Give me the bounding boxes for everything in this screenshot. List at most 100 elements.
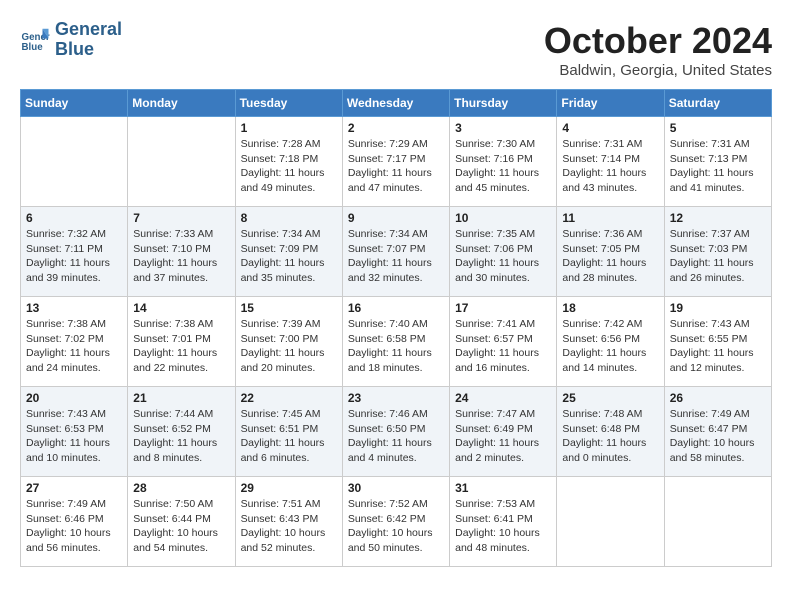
calendar-cell: 11Sunrise: 7:36 AMSunset: 7:05 PMDayligh… <box>557 207 664 297</box>
weekday-header-wednesday: Wednesday <box>342 90 449 117</box>
day-number: 29 <box>241 481 337 495</box>
day-number: 6 <box>26 211 122 225</box>
day-number: 3 <box>455 121 551 135</box>
day-number: 30 <box>348 481 444 495</box>
calendar-cell: 29 Sunrise: 7:51 AMSunset: 6:43 PMDayligh… <box>235 477 342 567</box>
day-detail: Sunrise: 7:28 AMSunset: 7:18 PMDaylight:… <box>241 137 337 196</box>
day-detail: Sunrise: 7:32 AMSunset: 7:11 PMDaylight:… <box>26 227 122 286</box>
logo-text: General Blue <box>55 20 122 60</box>
day-number: 13 <box>26 301 122 315</box>
day-detail: Sunrise: 7:41 AMSunset: 6:57 PMDaylight:… <box>455 317 551 376</box>
calendar-cell <box>128 117 235 207</box>
weekday-header-monday: Monday <box>128 90 235 117</box>
day-number: 11 <box>562 211 658 225</box>
day-number: 23 <box>348 391 444 405</box>
day-number: 14 <box>133 301 229 315</box>
calendar-cell: 31 Sunrise: 7:53 AMSunset: 6:41 PMDayligh… <box>450 477 557 567</box>
calendar-cell: 27 Sunrise: 7:49 AMSunset: 6:46 PMDayligh… <box>21 477 128 567</box>
day-number: 7 <box>133 211 229 225</box>
day-detail: Sunrise: 7:50 AMSunset: 6:44 PMDaylight:… <box>133 497 229 556</box>
weekday-header-saturday: Saturday <box>664 90 771 117</box>
day-detail: Sunrise: 7:47 AMSunset: 6:49 PMDaylight:… <box>455 407 551 466</box>
weekday-header-thursday: Thursday <box>450 90 557 117</box>
day-detail: Sunrise: 7:38 AMSunset: 7:02 PMDaylight:… <box>26 317 122 376</box>
calendar: SundayMondayTuesdayWednesdayThursdayFrid… <box>20 89 772 567</box>
calendar-cell: 8 Sunrise: 7:34 AMSunset: 7:09 PMDaylight… <box>235 207 342 297</box>
calendar-cell: 23 Sunrise: 7:46 AMSunset: 6:50 PMDayligh… <box>342 387 449 477</box>
calendar-cell: 22Sunrise: 7:45 AMSunset: 6:51 PMDayligh… <box>235 387 342 477</box>
day-number: 9 <box>348 211 444 225</box>
calendar-cell: 15Sunrise: 7:39 AMSunset: 7:00 PMDayligh… <box>235 297 342 387</box>
month-title: October 2024 <box>544 20 772 62</box>
weekday-header-friday: Friday <box>557 90 664 117</box>
calendar-cell: 25Sunrise: 7:48 AMSunset: 6:48 PMDayligh… <box>557 387 664 477</box>
svg-text:Blue: Blue <box>22 42 44 53</box>
weekday-header-row: SundayMondayTuesdayWednesdayThursdayFrid… <box>21 90 772 117</box>
title-area: October 2024 Baldwin, Georgia, United St… <box>544 20 772 79</box>
weekday-header-sunday: Sunday <box>21 90 128 117</box>
day-number: 27 <box>26 481 122 495</box>
day-detail: Sunrise: 7:49 AMSunset: 6:46 PMDaylight:… <box>26 497 122 556</box>
day-number: 20 <box>26 391 122 405</box>
day-detail: Sunrise: 7:30 AMSunset: 7:16 PMDaylight:… <box>455 137 551 196</box>
day-number: 31 <box>455 481 551 495</box>
header: General Blue General Blue October 2024 B… <box>20 20 772 79</box>
calendar-cell: 12 Sunrise: 7:37 AMSunset: 7:03 PMDayligh… <box>664 207 771 297</box>
day-number: 10 <box>455 211 551 225</box>
calendar-cell: 6 Sunrise: 7:32 AMSunset: 7:11 PMDaylight… <box>21 207 128 297</box>
day-detail: Sunrise: 7:53 AMSunset: 6:41 PMDaylight:… <box>455 497 551 556</box>
calendar-cell: 4Sunrise: 7:31 AMSunset: 7:14 PMDaylight… <box>557 117 664 207</box>
calendar-week-4: 20 Sunrise: 7:43 AMSunset: 6:53 PMDayligh… <box>21 387 772 477</box>
calendar-cell <box>664 477 771 567</box>
calendar-cell: 9Sunrise: 7:34 AMSunset: 7:07 PMDaylight… <box>342 207 449 297</box>
day-detail: Sunrise: 7:42 AMSunset: 6:56 PMDaylight:… <box>562 317 658 376</box>
day-detail: Sunrise: 7:31 AMSunset: 7:14 PMDaylight:… <box>562 137 658 196</box>
calendar-cell: 5 Sunrise: 7:31 AMSunset: 7:13 PMDaylight… <box>664 117 771 207</box>
day-number: 28 <box>133 481 229 495</box>
calendar-cell: 13 Sunrise: 7:38 AMSunset: 7:02 PMDayligh… <box>21 297 128 387</box>
day-detail: Sunrise: 7:44 AMSunset: 6:52 PMDaylight:… <box>133 407 229 466</box>
day-number: 5 <box>670 121 766 135</box>
day-detail: Sunrise: 7:51 AMSunset: 6:43 PMDaylight:… <box>241 497 337 556</box>
calendar-cell: 2Sunrise: 7:29 AMSunset: 7:17 PMDaylight… <box>342 117 449 207</box>
calendar-cell: 10 Sunrise: 7:35 AMSunset: 7:06 PMDayligh… <box>450 207 557 297</box>
day-detail: Sunrise: 7:35 AMSunset: 7:06 PMDaylight:… <box>455 227 551 286</box>
calendar-cell: 17 Sunrise: 7:41 AMSunset: 6:57 PMDayligh… <box>450 297 557 387</box>
logo: General Blue General Blue <box>20 20 122 60</box>
calendar-cell: 1 Sunrise: 7:28 AMSunset: 7:18 PMDaylight… <box>235 117 342 207</box>
day-detail: Sunrise: 7:34 AMSunset: 7:09 PMDaylight:… <box>241 227 337 286</box>
calendar-week-2: 6 Sunrise: 7:32 AMSunset: 7:11 PMDaylight… <box>21 207 772 297</box>
calendar-cell: 21 Sunrise: 7:44 AMSunset: 6:52 PMDayligh… <box>128 387 235 477</box>
day-number: 12 <box>670 211 766 225</box>
calendar-cell: 14 Sunrise: 7:38 AMSunset: 7:01 PMDayligh… <box>128 297 235 387</box>
day-detail: Sunrise: 7:37 AMSunset: 7:03 PMDaylight:… <box>670 227 766 286</box>
day-number: 26 <box>670 391 766 405</box>
day-detail: Sunrise: 7:46 AMSunset: 6:50 PMDaylight:… <box>348 407 444 466</box>
calendar-week-1: 1 Sunrise: 7:28 AMSunset: 7:18 PMDaylight… <box>21 117 772 207</box>
day-detail: Sunrise: 7:43 AMSunset: 6:53 PMDaylight:… <box>26 407 122 466</box>
calendar-cell <box>557 477 664 567</box>
day-number: 8 <box>241 211 337 225</box>
day-detail: Sunrise: 7:52 AMSunset: 6:42 PMDaylight:… <box>348 497 444 556</box>
day-number: 1 <box>241 121 337 135</box>
calendar-cell: 3 Sunrise: 7:30 AMSunset: 7:16 PMDaylight… <box>450 117 557 207</box>
calendar-cell: 26 Sunrise: 7:49 AMSunset: 6:47 PMDayligh… <box>664 387 771 477</box>
logo-icon: General Blue <box>20 25 50 55</box>
weekday-header-tuesday: Tuesday <box>235 90 342 117</box>
calendar-cell: 30 Sunrise: 7:52 AMSunset: 6:42 PMDayligh… <box>342 477 449 567</box>
day-number: 17 <box>455 301 551 315</box>
day-detail: Sunrise: 7:38 AMSunset: 7:01 PMDaylight:… <box>133 317 229 376</box>
day-number: 18 <box>562 301 658 315</box>
calendar-week-3: 13 Sunrise: 7:38 AMSunset: 7:02 PMDayligh… <box>21 297 772 387</box>
calendar-cell <box>21 117 128 207</box>
day-detail: Sunrise: 7:49 AMSunset: 6:47 PMDaylight:… <box>670 407 766 466</box>
day-detail: Sunrise: 7:31 AMSunset: 7:13 PMDaylight:… <box>670 137 766 196</box>
calendar-cell: 16Sunrise: 7:40 AMSunset: 6:58 PMDayligh… <box>342 297 449 387</box>
day-number: 22 <box>241 391 337 405</box>
day-number: 21 <box>133 391 229 405</box>
day-detail: Sunrise: 7:29 AMSunset: 7:17 PMDaylight:… <box>348 137 444 196</box>
day-number: 24 <box>455 391 551 405</box>
calendar-cell: 24 Sunrise: 7:47 AMSunset: 6:49 PMDayligh… <box>450 387 557 477</box>
day-detail: Sunrise: 7:39 AMSunset: 7:00 PMDaylight:… <box>241 317 337 376</box>
day-detail: Sunrise: 7:48 AMSunset: 6:48 PMDaylight:… <box>562 407 658 466</box>
